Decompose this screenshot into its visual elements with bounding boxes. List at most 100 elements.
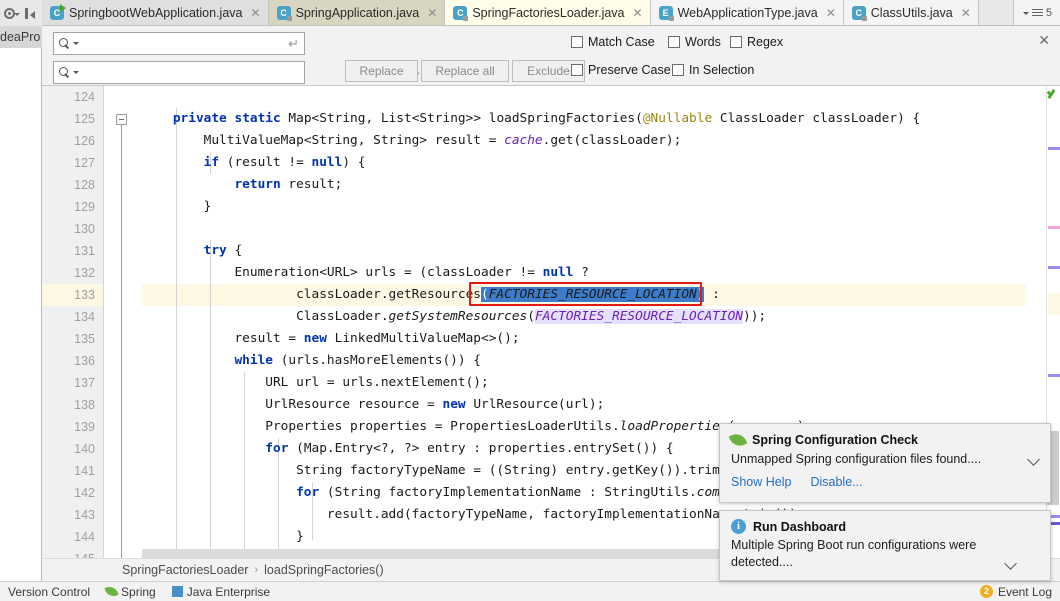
- close-icon[interactable]: ✕: [251, 7, 261, 19]
- chevron-down-icon[interactable]: [1029, 454, 1040, 465]
- close-icon[interactable]: ✕: [961, 7, 971, 19]
- status-event-log[interactable]: 2 Event Log: [980, 585, 1052, 599]
- search-field-wrap[interactable]: ↵: [53, 32, 305, 55]
- status-spring[interactable]: Spring: [106, 585, 156, 599]
- close-search-icon[interactable]: ✕: [1038, 32, 1050, 49]
- gutter-line-row[interactable]: 130: [42, 218, 103, 240]
- breadcrumb-class[interactable]: SpringFactoriesLoader: [122, 563, 248, 577]
- gutter-line-row[interactable]: 124: [42, 86, 103, 108]
- code-line-133[interactable]: classLoader.getResources(FACTORIES_RESOU…: [142, 284, 1026, 306]
- code-line-128[interactable]: return result;: [142, 174, 1026, 196]
- gutter-line-row[interactable]: 141: [42, 460, 103, 482]
- code-line-137[interactable]: URL url = urls.nextElement();: [142, 372, 1026, 394]
- replace-button[interactable]: Replace: [345, 60, 418, 82]
- gutter-line-row[interactable]: 142: [42, 482, 103, 504]
- status-item-label: Java Enterprise: [187, 585, 270, 599]
- gutter-line-row[interactable]: 125: [42, 108, 103, 130]
- code-line-124[interactable]: [142, 86, 1026, 108]
- marker[interactable]: [1048, 266, 1060, 269]
- editor-tab-springfactoriesloader[interactable]: CSpringFactoriesLoader.java✕: [445, 0, 650, 25]
- gutter-line-row[interactable]: 143: [42, 504, 103, 526]
- regex-checkbox[interactable]: Regex: [730, 35, 783, 49]
- marker[interactable]: [1048, 226, 1060, 229]
- preserve-case-checkbox[interactable]: Preserve Case: [571, 63, 671, 77]
- gutter-line-row[interactable]: 128: [42, 174, 103, 196]
- tab-overflow-control[interactable]: 5: [1013, 0, 1060, 25]
- gutter-line-row[interactable]: 135: [42, 328, 103, 350]
- replace-all-button[interactable]: Replace all: [421, 60, 509, 82]
- gutter-line-row[interactable]: 137: [42, 372, 103, 394]
- gutter-line-row[interactable]: 138: [42, 394, 103, 416]
- gutter-line-row[interactable]: 139: [42, 416, 103, 438]
- code-line-125[interactable]: private static Map<String, List<String>>…: [142, 108, 1026, 130]
- code-line-130[interactable]: [142, 218, 1026, 240]
- line-number: 131: [74, 240, 95, 262]
- code-line-131[interactable]: try {: [142, 240, 1026, 262]
- collapse-all-icon[interactable]: [22, 5, 39, 22]
- gutter-line-row[interactable]: 133: [42, 284, 103, 306]
- project-panel[interactable]: deaPro: [0, 26, 42, 581]
- code-line-129[interactable]: }: [142, 196, 1026, 218]
- status-version-control[interactable]: Version Control: [8, 585, 90, 599]
- close-icon[interactable]: ✕: [427, 7, 437, 19]
- editor-tab-classutils[interactable]: CClassUtils.java✕: [844, 0, 979, 25]
- code-line-127[interactable]: if (result != null) {: [142, 152, 1026, 174]
- line-number: 135: [74, 328, 95, 350]
- gutter-line-row[interactable]: 129: [42, 196, 103, 218]
- gutter-line-row[interactable]: 140: [42, 438, 103, 460]
- marker[interactable]: [1048, 147, 1060, 150]
- line-number: 140: [74, 438, 95, 460]
- replace-input[interactable]: [79, 66, 299, 80]
- run-dashboard-notification[interactable]: i Run Dashboard Multiple Spring Boot run…: [719, 510, 1051, 581]
- replace-field-wrap[interactable]: [53, 61, 305, 84]
- gutter-line-row[interactable]: 145: [42, 548, 103, 558]
- code-folding-column[interactable]: [104, 86, 142, 558]
- spring-configuration-check-notification[interactable]: Spring Configuration Check Unmapped Spri…: [719, 423, 1051, 503]
- chevron-down-icon[interactable]: [1006, 558, 1017, 569]
- editor-tab-webapplicationtype[interactable]: EWebApplicationType.java✕: [651, 0, 844, 25]
- code-line-136[interactable]: while (urls.hasMoreElements()) {: [142, 350, 1026, 372]
- search-icon: [59, 38, 70, 49]
- status-java-enterprise[interactable]: Java Enterprise: [172, 585, 270, 599]
- code-line-126[interactable]: MultiValueMap<String, String> result = c…: [142, 130, 1026, 152]
- match-case-checkbox[interactable]: Match Case: [571, 35, 655, 49]
- breadcrumb-method[interactable]: loadSpringFactories(): [264, 563, 384, 577]
- editor-tab-label: SpringApplication.java: [296, 6, 420, 20]
- gutter-line-row[interactable]: 134: [42, 306, 103, 328]
- marker[interactable]: [1048, 374, 1060, 377]
- line-number: 145: [74, 548, 95, 558]
- code-line-135[interactable]: result = new LinkedMultiValueMap<>();: [142, 328, 1026, 350]
- search-input[interactable]: [79, 37, 288, 51]
- gutter-line-row[interactable]: 131: [42, 240, 103, 262]
- code-line-134[interactable]: ClassLoader.getSystemResources(FACTORIES…: [142, 306, 1026, 328]
- in-selection-checkbox[interactable]: In Selection: [672, 63, 754, 77]
- line-number: 141: [74, 460, 95, 482]
- inspection-ok-icon[interactable]: [1046, 88, 1059, 100]
- gutter-line-row[interactable]: 127: [42, 152, 103, 174]
- code-line-132[interactable]: Enumeration<URL> urls = (classLoader != …: [142, 262, 1026, 284]
- close-icon[interactable]: ✕: [633, 7, 643, 19]
- status-item-label: Version Control: [8, 585, 90, 599]
- editor-tab-label: SpringFactoriesLoader.java: [472, 6, 624, 20]
- return-icon: ↵: [288, 36, 299, 52]
- java-enterprise-icon: [172, 586, 183, 597]
- close-icon[interactable]: ✕: [826, 7, 836, 19]
- tab-list-icon: [1032, 7, 1043, 18]
- editor-tab-label: ClassUtils.java: [871, 6, 953, 20]
- code-line-138[interactable]: UrlResource resource = new UrlResource(u…: [142, 394, 1026, 416]
- gutter-line-row[interactable]: 132: [42, 262, 103, 284]
- words-checkbox[interactable]: Words: [668, 35, 721, 49]
- show-help-link[interactable]: Show Help: [731, 475, 791, 489]
- gutter-line-row[interactable]: 136: [42, 350, 103, 372]
- editor-tab-springbootwebapplication[interactable]: CSpringbootWebApplication.java✕: [42, 0, 269, 25]
- gutter-line-row[interactable]: 144: [42, 526, 103, 548]
- notification-title: Run Dashboard: [753, 520, 846, 534]
- marker[interactable]: [1048, 293, 1060, 315]
- gear-icon[interactable]: [3, 5, 20, 22]
- fold-marker-icon[interactable]: [116, 114, 127, 125]
- disable-link[interactable]: Disable...: [810, 475, 862, 489]
- checkbox-label: Words: [685, 35, 721, 49]
- gutter-line-row[interactable]: 126: [42, 130, 103, 152]
- editor-tab-springapplication[interactable]: CSpringApplication.java✕: [269, 0, 446, 25]
- chevron-down-icon: [1023, 12, 1029, 15]
